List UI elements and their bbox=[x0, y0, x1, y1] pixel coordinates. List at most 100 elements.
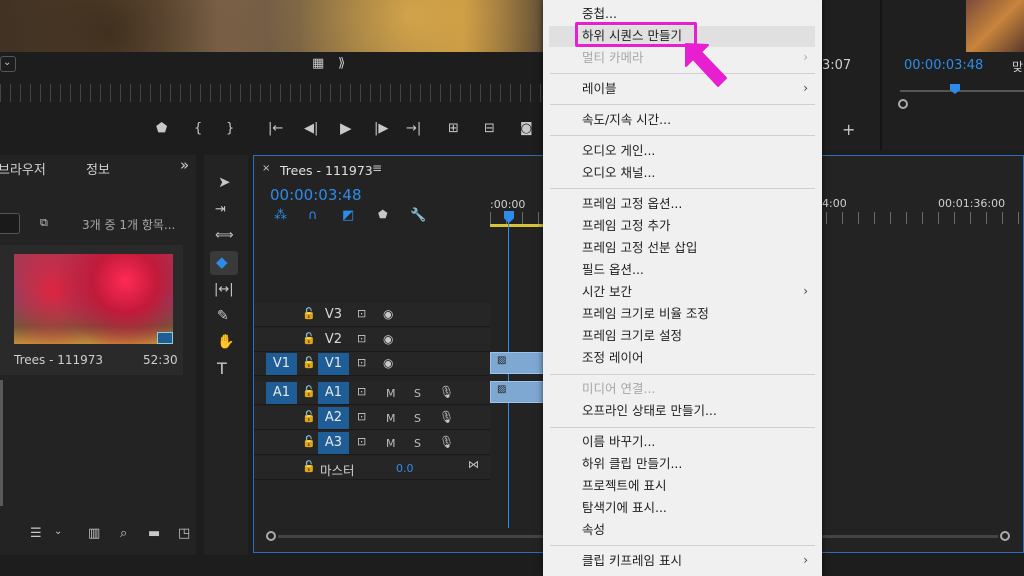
master-jump-icon[interactable]: ⋈ bbox=[468, 459, 479, 470]
eye-icon[interactable]: ◉ bbox=[383, 333, 393, 345]
eye-icon[interactable]: ◉ bbox=[383, 357, 393, 369]
menu-item-nest[interactable]: 중첩... bbox=[582, 4, 617, 24]
go-to-in-icon[interactable]: |← bbox=[268, 122, 283, 135]
microphone-icon[interactable]: 🎙 bbox=[439, 436, 454, 448]
lock-icon[interactable]: 🔓 bbox=[302, 411, 316, 422]
lock-icon[interactable]: 🔓 bbox=[302, 333, 316, 344]
new-bin-icon[interactable]: ▬ bbox=[148, 527, 160, 540]
source-patch-v1[interactable]: V1 bbox=[266, 353, 297, 375]
menu-item-scale-to-frame[interactable]: 프레임 크기로 비율 조정 bbox=[582, 304, 709, 324]
snap-icon[interactable]: ∩ bbox=[308, 209, 318, 222]
program-timecode[interactable]: 00:00:03:48 bbox=[904, 58, 983, 73]
solo-button[interactable]: S bbox=[414, 412, 421, 425]
sync-lock-icon[interactable]: ⊡ bbox=[357, 357, 366, 368]
lock-icon[interactable]: 🔓 bbox=[302, 436, 316, 447]
selection-tool-icon[interactable]: ➤ bbox=[218, 175, 231, 190]
microphone-icon[interactable]: 🎙 bbox=[439, 386, 454, 398]
insert-icon[interactable]: ⊞ bbox=[448, 122, 459, 135]
audio-clip[interactable]: ▨ bbox=[490, 381, 544, 403]
mute-button[interactable]: M bbox=[386, 387, 396, 400]
type-tool-icon[interactable]: T bbox=[217, 361, 227, 377]
clip-thumbnail[interactable] bbox=[14, 254, 173, 344]
lock-icon[interactable]: 🔓 bbox=[302, 357, 316, 368]
source-patch-a1[interactable]: A1 bbox=[266, 382, 297, 404]
menu-item-properties[interactable]: 속성 bbox=[582, 520, 605, 540]
menu-item-frame-hold-options[interactable]: 프레임 고정 옵션... bbox=[582, 194, 682, 214]
menu-item-field-options[interactable]: 필드 옵션... bbox=[582, 260, 644, 280]
solo-button[interactable]: S bbox=[414, 387, 421, 400]
master-volume[interactable]: 0.0 bbox=[396, 462, 414, 475]
track-label-a2[interactable]: A2 bbox=[318, 407, 349, 429]
menu-item-insert-frame-hold[interactable]: 프레임 고정 선분 삽입 bbox=[582, 238, 697, 258]
search-icon[interactable]: ⌕ bbox=[120, 527, 127, 540]
source-ruler[interactable] bbox=[0, 84, 545, 102]
step-forward-icon[interactable]: |▶ bbox=[374, 122, 388, 135]
slip-tool-icon[interactable]: |↔| bbox=[214, 283, 234, 296]
menu-item-rename[interactable]: 이름 바꾸기... bbox=[582, 432, 655, 452]
track-select-tool-icon[interactable]: ⇥ bbox=[215, 203, 226, 216]
panel-overflow-icon[interactable]: » bbox=[180, 156, 189, 174]
project-scrollbar[interactable] bbox=[0, 380, 3, 506]
eye-icon[interactable]: ◉ bbox=[383, 308, 393, 320]
program-ruler[interactable] bbox=[900, 90, 1024, 92]
nest-toggle-icon[interactable]: ⁂ bbox=[274, 209, 287, 222]
track-label-v1[interactable]: V1 bbox=[318, 353, 349, 375]
menu-item-add-frame-hold[interactable]: 프레임 고정 추가 bbox=[582, 216, 670, 236]
camera-icon[interactable]: ◙ bbox=[520, 122, 533, 135]
track-label-a1[interactable]: A1 bbox=[318, 382, 349, 404]
linked-selection-icon[interactable]: ◩ bbox=[342, 209, 354, 222]
step-back-icon[interactable]: ◀| bbox=[304, 122, 318, 135]
menu-item-audio-gain[interactable]: 오디오 게인... bbox=[582, 141, 655, 161]
timeline-zoom-end[interactable] bbox=[1000, 531, 1010, 541]
play-icon[interactable]: ▶ bbox=[340, 121, 352, 136]
razor-tool-active[interactable]: ◆ bbox=[210, 251, 238, 275]
mute-button[interactable]: M bbox=[386, 412, 396, 425]
overwrite-icon[interactable]: ⊟ bbox=[484, 122, 495, 135]
video-clip[interactable]: ▨ bbox=[490, 352, 544, 374]
lock-icon[interactable]: 🔓 bbox=[302, 461, 316, 472]
sort-chevron-icon[interactable]: ⌄ bbox=[54, 527, 62, 537]
menu-item-make-subclip[interactable]: 하위 클립 만들기... bbox=[582, 454, 682, 474]
menu-item-adjustment-layer[interactable]: 조정 레이어 bbox=[582, 348, 643, 368]
lock-icon[interactable]: 🔓 bbox=[302, 386, 316, 397]
menu-item-speed-duration[interactable]: 속도/지속 시간... bbox=[582, 110, 671, 130]
new-item-icon[interactable]: ◳ bbox=[178, 527, 190, 540]
timeline-zoom-start[interactable] bbox=[266, 531, 276, 541]
source-monitor-dropdown[interactable]: ⌄ bbox=[0, 56, 16, 72]
pen-tool-icon[interactable]: ✎ bbox=[217, 309, 229, 323]
solo-button[interactable]: S bbox=[414, 437, 421, 450]
mark-out-icon[interactable]: } bbox=[226, 122, 234, 135]
menu-item-audio-channels[interactable]: 오디오 채널... bbox=[582, 163, 655, 183]
add-button-icon[interactable]: + bbox=[842, 122, 855, 138]
microphone-icon[interactable]: 🎙 bbox=[439, 411, 454, 423]
go-to-out-icon[interactable]: →| bbox=[406, 122, 421, 135]
wrench-icon[interactable]: 🔧 bbox=[410, 209, 426, 222]
menu-item-label[interactable]: 레이블 bbox=[582, 79, 617, 99]
project-search-input[interactable] bbox=[0, 213, 20, 234]
program-fit-label[interactable]: 맞 bbox=[1012, 58, 1023, 75]
ripple-edit-tool-icon[interactable]: ⟺ bbox=[215, 229, 234, 242]
mute-button[interactable]: M bbox=[386, 437, 396, 450]
menu-item-reveal-in-project[interactable]: 프로젝트에 표시 bbox=[582, 476, 666, 496]
timeline-timecode[interactable]: 00:00:03:48 bbox=[270, 186, 362, 204]
settings-film-icon[interactable]: ▦ bbox=[312, 57, 324, 70]
sequence-tab-title[interactable]: Trees - 111973 bbox=[280, 163, 373, 178]
tab-menu-icon[interactable]: ≡ bbox=[372, 162, 382, 174]
program-zoom-handle[interactable] bbox=[898, 99, 908, 109]
work-area-bar[interactable] bbox=[490, 224, 544, 227]
track-label-v3[interactable]: V3 bbox=[318, 304, 349, 326]
tab-info[interactable]: 정보 bbox=[86, 159, 110, 178]
sync-lock-icon[interactable]: ⊡ bbox=[357, 386, 366, 397]
add-marker-icon[interactable]: ⬟ bbox=[156, 122, 167, 135]
lock-icon[interactable]: 🔓 bbox=[302, 308, 316, 319]
new-bin-filter-icon[interactable]: ⧉ bbox=[40, 217, 48, 228]
menu-item-set-to-frame[interactable]: 프레임 크기로 설정 bbox=[582, 326, 682, 346]
menu-item-make-offline[interactable]: 오프라인 상태로 만들기... bbox=[582, 401, 717, 421]
freeform-view-icon[interactable]: ▥ bbox=[88, 527, 100, 540]
sync-lock-icon[interactable]: ⊡ bbox=[357, 333, 366, 344]
menu-item-time-interpolation[interactable]: 시간 보간 bbox=[582, 282, 632, 302]
sync-lock-icon[interactable]: ⊡ bbox=[357, 436, 366, 447]
mark-in-icon[interactable]: { bbox=[194, 122, 202, 135]
sync-lock-icon[interactable]: ⊡ bbox=[357, 308, 366, 319]
tab-media-browser[interactable]: 브라우저 bbox=[0, 159, 46, 178]
